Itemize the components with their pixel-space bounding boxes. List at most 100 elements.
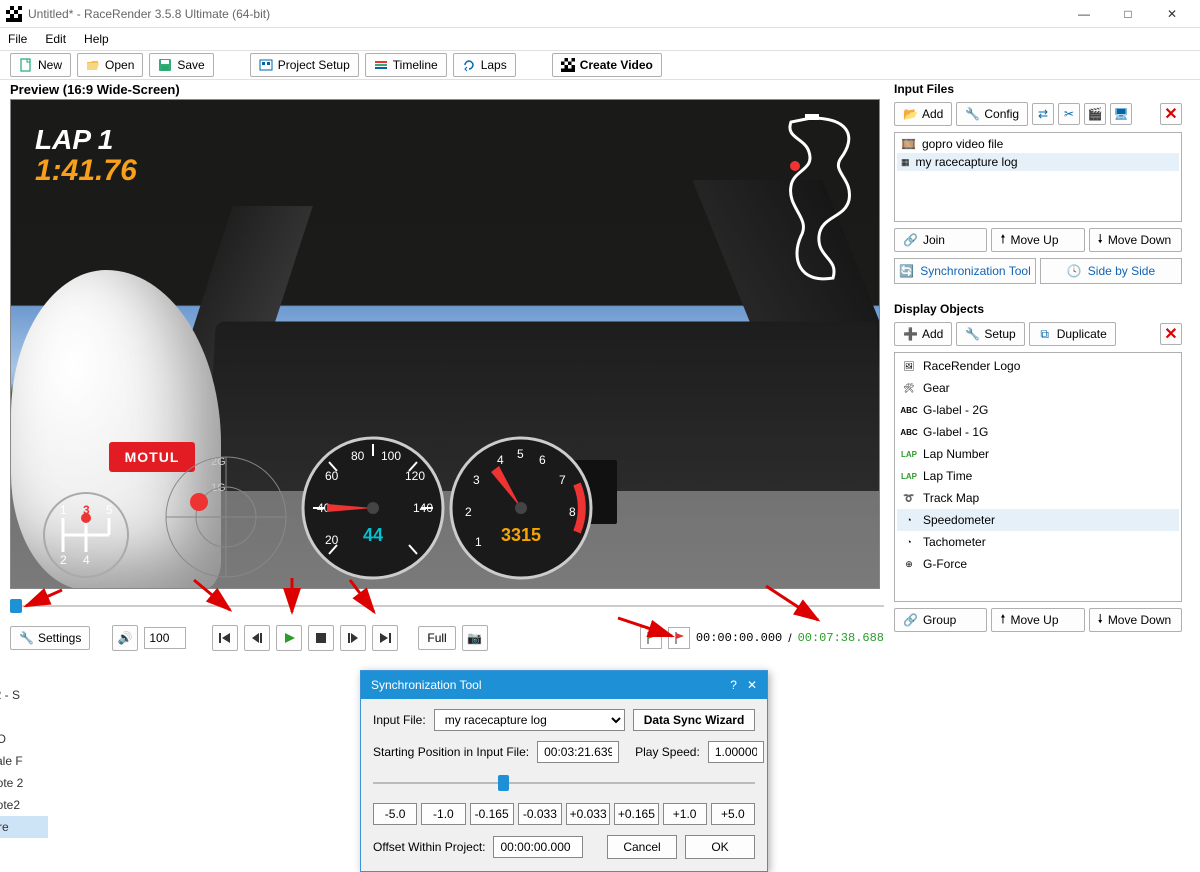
svg-text:120: 120 — [405, 469, 425, 483]
cancel-button[interactable]: Cancel — [607, 835, 677, 859]
input-files-list[interactable]: 🎞️gopro video file ▦my racecapture log — [894, 132, 1182, 222]
object-row[interactable]: ◔Tachometer — [897, 531, 1179, 553]
step-forward-button[interactable] — [340, 625, 366, 651]
maximize-button[interactable]: □ — [1106, 0, 1150, 28]
input-move-down-button[interactable]: 🠗Move Down — [1089, 228, 1182, 252]
wrench-icon: 🔧 — [965, 327, 979, 341]
input-config-button[interactable]: 🔧Config — [956, 102, 1028, 126]
start-pos-input[interactable] — [537, 741, 619, 763]
close-button[interactable]: ✕ — [1150, 0, 1194, 28]
data-sync-wizard-button[interactable]: Data Sync Wizard — [633, 709, 755, 731]
input-file-row[interactable]: ▦my racecapture log — [897, 153, 1179, 171]
project-setup-button[interactable]: Project Setup — [250, 53, 359, 77]
minimize-button[interactable]: ― — [1062, 0, 1106, 28]
sync-tool-button[interactable]: 🔄Synchronization Tool — [894, 258, 1036, 284]
object-move-up-button[interactable]: 🠕Move Up — [991, 608, 1084, 632]
snapshot-button[interactable]: 📷 — [462, 625, 488, 651]
svg-text:4: 4 — [83, 553, 90, 567]
monitor-icon: 🖥 — [1113, 107, 1128, 121]
next-marker-button[interactable] — [372, 625, 398, 651]
object-row[interactable]: ◔Speedometer — [897, 509, 1179, 531]
input-swap-button[interactable]: ⇄ — [1032, 103, 1054, 125]
object-row[interactable]: ABCG-label - 1G — [897, 421, 1179, 443]
offset-minus-0165[interactable]: -0.165 — [470, 803, 514, 825]
save-button[interactable]: Save — [149, 53, 213, 77]
join-button[interactable]: 🔗Join — [894, 228, 987, 252]
fullscreen-button[interactable]: Full — [418, 626, 455, 650]
input-move-up-button[interactable]: 🠕Move Up — [991, 228, 1084, 252]
object-setup-button[interactable]: 🔧Setup — [956, 322, 1024, 346]
menu-edit[interactable]: Edit — [45, 32, 66, 46]
side-by-side-button[interactable]: 🕓Side by Side — [1040, 258, 1182, 284]
menu-file[interactable]: File — [8, 32, 27, 46]
offset-minus-0033[interactable]: -0.033 — [518, 803, 562, 825]
object-move-down-button[interactable]: 🠗Move Down — [1089, 608, 1182, 632]
play-button[interactable] — [276, 625, 302, 651]
offset-input[interactable] — [493, 836, 583, 858]
volume-input[interactable] — [144, 627, 186, 649]
input-cut-button[interactable]: ✂ — [1058, 103, 1080, 125]
flag-out-button[interactable] — [668, 627, 690, 649]
object-row[interactable]: ➰Track Map — [897, 487, 1179, 509]
svg-text:80: 80 — [351, 449, 365, 463]
offset-label: Offset Within Project: — [373, 840, 485, 854]
speaker-icon: 🔊 — [118, 631, 133, 645]
scissors-icon: ✂ — [1064, 107, 1074, 121]
offset-plus-0165[interactable]: +0.165 — [614, 803, 658, 825]
offset-plus-1[interactable]: +1.0 — [663, 803, 707, 825]
svg-text:2: 2 — [60, 553, 67, 567]
offset-minus-1[interactable]: -1.0 — [421, 803, 465, 825]
object-delete-button[interactable]: ✕ — [1160, 323, 1182, 345]
offset-plus-0033[interactable]: +0.033 — [566, 803, 610, 825]
object-add-button[interactable]: ➕Add — [894, 322, 952, 346]
flag-in-button[interactable] — [640, 627, 662, 649]
settings-button[interactable]: 🔧Settings — [10, 626, 90, 650]
down-icon: 🠗 — [1098, 610, 1103, 631]
input-monitor-button[interactable]: 🖥 — [1110, 103, 1132, 125]
link-icon: 🔗 — [903, 233, 918, 247]
object-row[interactable]: ABCG-label - 2G — [897, 399, 1179, 421]
open-button[interactable]: Open — [77, 53, 143, 77]
prev-marker-button[interactable] — [212, 625, 238, 651]
timeline-thumb[interactable] — [10, 599, 22, 613]
volume-button[interactable]: 🔊 — [112, 625, 138, 651]
create-video-button[interactable]: Create Video — [552, 53, 662, 77]
offset-minus-5[interactable]: -5.0 — [373, 803, 417, 825]
object-row[interactable]: 🛠Gear — [897, 377, 1179, 399]
timeline-scrubber[interactable] — [10, 597, 884, 615]
sync-slider-thumb[interactable] — [498, 775, 509, 791]
input-video-button[interactable]: 🎬 — [1084, 103, 1106, 125]
help-button[interactable]: ? — [730, 678, 737, 692]
sync-slider[interactable] — [373, 773, 755, 793]
play-speed-input[interactable] — [708, 741, 764, 763]
object-row[interactable]: ⊕G-Force — [897, 553, 1179, 575]
input-file-select[interactable]: my racecapture log — [434, 709, 625, 731]
stop-button[interactable] — [308, 625, 334, 651]
object-row[interactable]: LAPLap Number — [897, 443, 1179, 465]
group-button[interactable]: 🔗Group — [894, 608, 987, 632]
laps-button[interactable]: Laps — [453, 53, 516, 77]
down-icon: 🠗 — [1098, 230, 1103, 251]
dialog-close-button[interactable]: ✕ — [747, 678, 757, 692]
input-delete-button[interactable]: ✕ — [1160, 103, 1182, 125]
file-new-icon — [19, 58, 33, 72]
object-duplicate-button[interactable]: ⧉Duplicate — [1029, 322, 1116, 346]
window-controls: ― □ ✕ — [1062, 0, 1194, 28]
sync-dialog: Synchronization Tool ? ✕ Input File: my … — [360, 670, 768, 872]
object-row[interactable]: LAPLap Time — [897, 465, 1179, 487]
input-file-row[interactable]: 🎞️gopro video file — [897, 135, 1179, 153]
input-add-button[interactable]: 📂Add — [894, 102, 952, 126]
menu-help[interactable]: Help — [84, 32, 109, 46]
step-back-button[interactable] — [244, 625, 270, 651]
display-objects-list[interactable]: 🖼RaceRender Logo 🛠Gear ABCG-label - 2G A… — [894, 352, 1182, 602]
ok-button[interactable]: OK — [685, 835, 755, 859]
wrench-icon: 🔧 — [965, 107, 979, 121]
sync-dialog-titlebar[interactable]: Synchronization Tool ? ✕ — [361, 671, 767, 699]
object-row[interactable]: 🖼RaceRender Logo — [897, 355, 1179, 377]
timeline-button[interactable]: Timeline — [365, 53, 447, 77]
offset-plus-5[interactable]: +5.0 — [711, 803, 755, 825]
new-button[interactable]: New — [10, 53, 71, 77]
svg-text:8: 8 — [569, 505, 576, 519]
preview-viewport[interactable]: MOTUL W MOTUL LAP 1 1:41.76 2G 1G — [10, 99, 880, 589]
window-title: Untitled* - RaceRender 3.5.8 Ultimate (6… — [28, 7, 1062, 21]
